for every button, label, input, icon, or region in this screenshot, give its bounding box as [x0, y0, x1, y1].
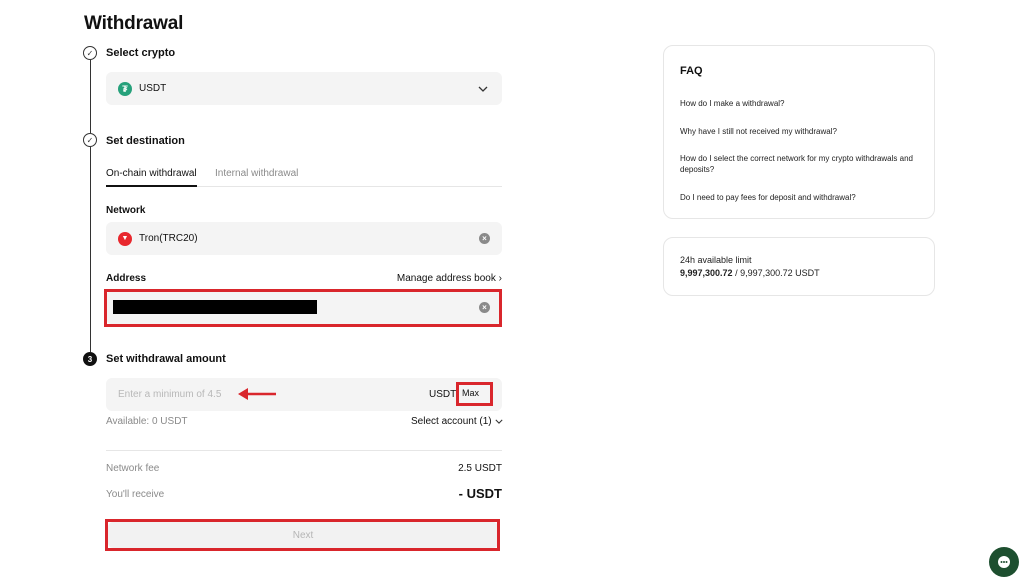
red-arrow-icon: [238, 388, 276, 400]
receive-value: - USDT: [458, 486, 502, 501]
tab-on-chain-withdrawal[interactable]: On-chain withdrawal: [106, 168, 197, 187]
limit-label: 24h available limit: [680, 255, 752, 265]
step-3-number: 3: [83, 352, 97, 366]
selected-network: Tron(TRC20): [139, 233, 198, 244]
tron-icon: ▼: [118, 231, 132, 246]
faq-question-4[interactable]: Do I need to pay fees for deposit and wi…: [680, 192, 920, 203]
faq-question-2[interactable]: Why have I still not received my withdra…: [680, 126, 920, 137]
faq-card: FAQ How do I make a withdrawal? Why have…: [663, 45, 935, 219]
chat-icon: [998, 556, 1010, 568]
limit-value: 9,997,300.72 / 9,997,300.72 USDT: [680, 268, 820, 278]
step-1-check-icon: ✓: [83, 46, 97, 60]
faq-question-3[interactable]: How do I select the correct network for …: [680, 153, 920, 175]
available-balance: Available: 0 USDT: [106, 416, 188, 427]
manage-address-book-link[interactable]: Manage address book ›: [397, 273, 502, 284]
limit-card: 24h available limit 9,997,300.72 / 9,997…: [663, 237, 935, 296]
amount-unit: USDT: [429, 389, 457, 400]
step-3-title: Set withdrawal amount: [106, 353, 226, 365]
clear-icon[interactable]: ×: [479, 233, 490, 244]
network-fee-label: Network fee: [106, 463, 160, 474]
network-select[interactable]: ▼ Tron(TRC20) ×: [106, 222, 502, 255]
address-highlight: [104, 289, 502, 327]
summary-divider: [106, 450, 502, 451]
chat-button[interactable]: [989, 547, 1019, 577]
max-highlight: [456, 382, 493, 406]
faq-question-1[interactable]: How do I make a withdrawal?: [680, 98, 920, 109]
selected-crypto: USDT: [139, 83, 167, 94]
network-fee-value: 2.5 USDT: [458, 463, 502, 474]
address-label: Address: [106, 273, 147, 284]
step-2-title: Set destination: [106, 135, 185, 147]
amount-placeholder: Enter a minimum of 4.5: [118, 389, 222, 400]
usdt-icon: ₮: [118, 81, 132, 96]
select-account-dropdown[interactable]: Select account (1): [411, 416, 503, 427]
chevron-down-icon: [495, 419, 503, 424]
page-title: Withdrawal: [84, 13, 184, 34]
stepper-line-2: [90, 147, 91, 352]
chevron-down-icon: [476, 82, 490, 96]
step-1-title: Select crypto: [106, 47, 176, 59]
next-highlight: [105, 519, 500, 551]
manage-address-book-label: Manage address book: [396, 273, 496, 284]
limit-total: / 9,997,300.72 USDT: [732, 268, 820, 278]
tab-internal-withdrawal[interactable]: Internal withdrawal: [215, 168, 298, 179]
faq-title: FAQ: [680, 65, 703, 77]
select-account-label: Select account (1): [411, 416, 492, 427]
limit-used: 9,997,300.72: [680, 268, 733, 278]
stepper-line-1: [90, 60, 91, 133]
receive-label: You'll receive: [106, 489, 165, 500]
crypto-select[interactable]: ₮ USDT: [106, 72, 502, 105]
chevron-right-icon: ›: [498, 273, 502, 284]
withdrawal-type-tabs: On-chain withdrawal Internal withdrawal: [106, 165, 502, 187]
network-label: Network: [106, 205, 146, 216]
step-2-check-icon: ✓: [83, 133, 97, 147]
